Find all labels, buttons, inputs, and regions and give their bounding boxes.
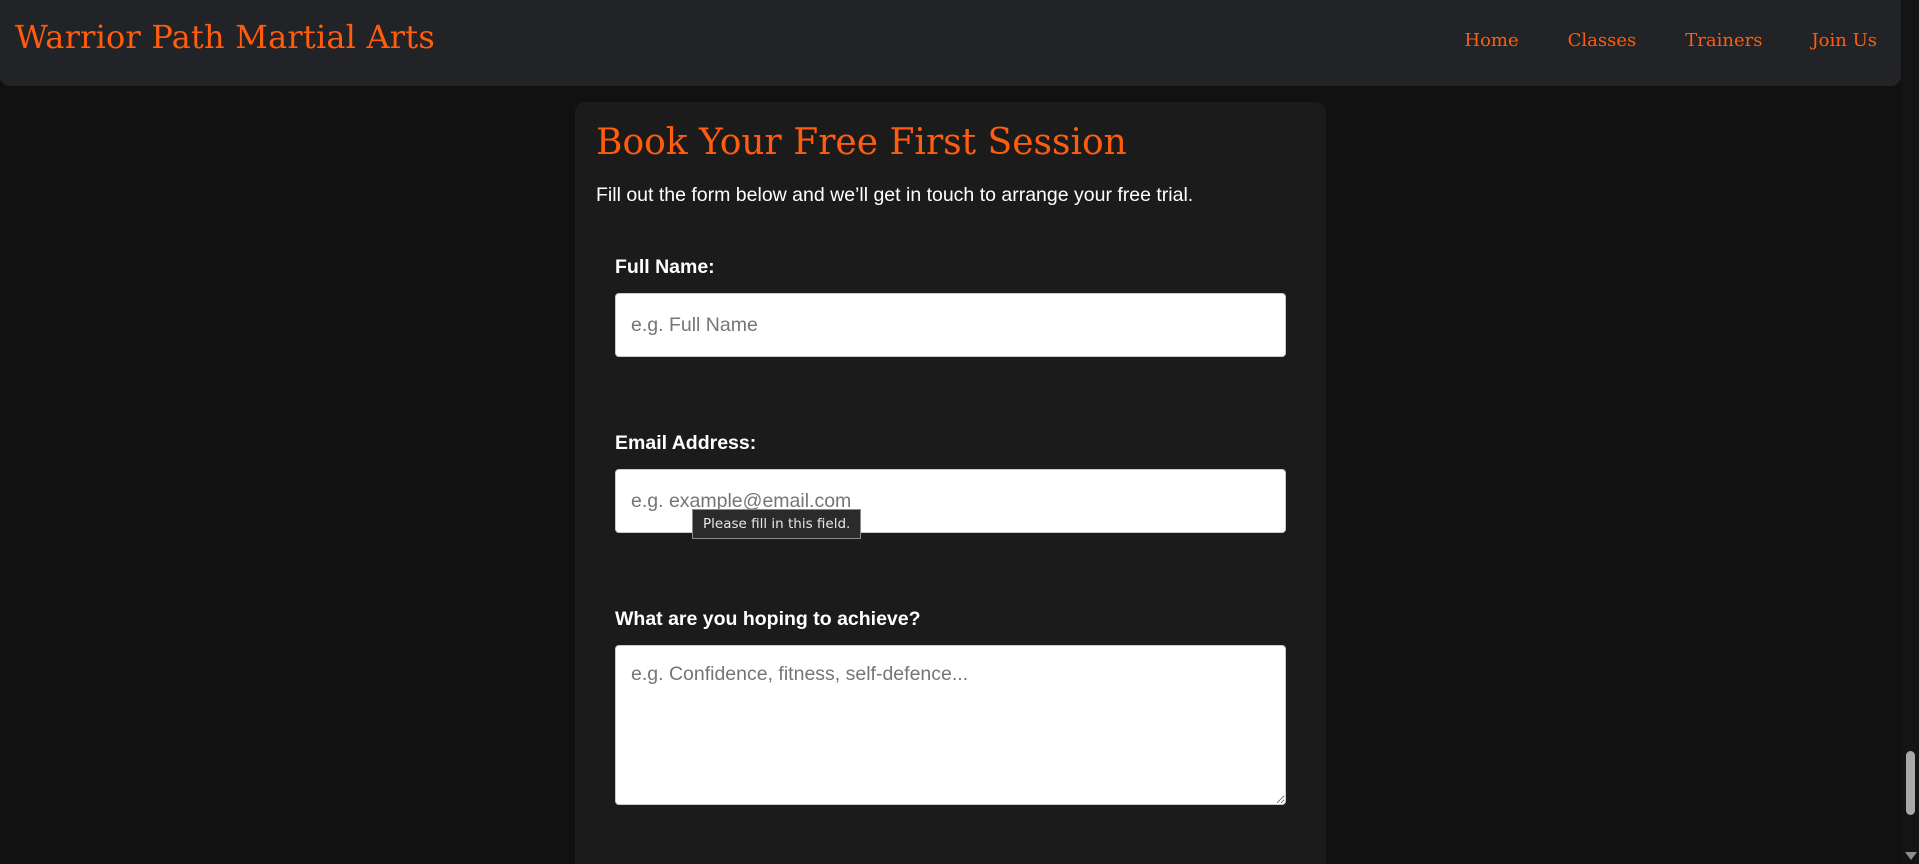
brand-logo-link[interactable]: Warrior Path Martial Arts (15, 18, 435, 56)
page-scrollbar[interactable] (1902, 0, 1919, 864)
booking-form-card: Book Your Free First Session Fill out th… (575, 102, 1326, 864)
scrollbar-thumb[interactable] (1906, 751, 1915, 815)
nav-home-link[interactable]: Home (1464, 30, 1518, 51)
form-title: Book Your Free First Session (596, 122, 1127, 163)
goal-textarea[interactable] (615, 645, 1286, 805)
nav-trainers-link[interactable]: Trainers (1685, 30, 1762, 51)
validation-tooltip: Please fill in this field. (692, 509, 862, 539)
main-nav: Home Classes Trainers Join Us (1464, 30, 1877, 51)
nav-join-us-link[interactable]: Join Us (1811, 30, 1877, 51)
site-header: Warrior Path Martial Arts Home Classes T… (0, 0, 1901, 86)
page: Warrior Path Martial Arts Home Classes T… (0, 0, 1919, 864)
email-label: Email Address: (615, 432, 757, 454)
goal-label: What are you hoping to achieve? (615, 608, 921, 630)
full-name-label: Full Name: (615, 256, 715, 278)
scroll-down-arrow-icon[interactable] (1905, 852, 1917, 860)
nav-classes-link[interactable]: Classes (1568, 30, 1637, 51)
form-subtitle: Fill out the form below and we’ll get in… (596, 184, 1194, 206)
full-name-input[interactable] (615, 293, 1286, 357)
